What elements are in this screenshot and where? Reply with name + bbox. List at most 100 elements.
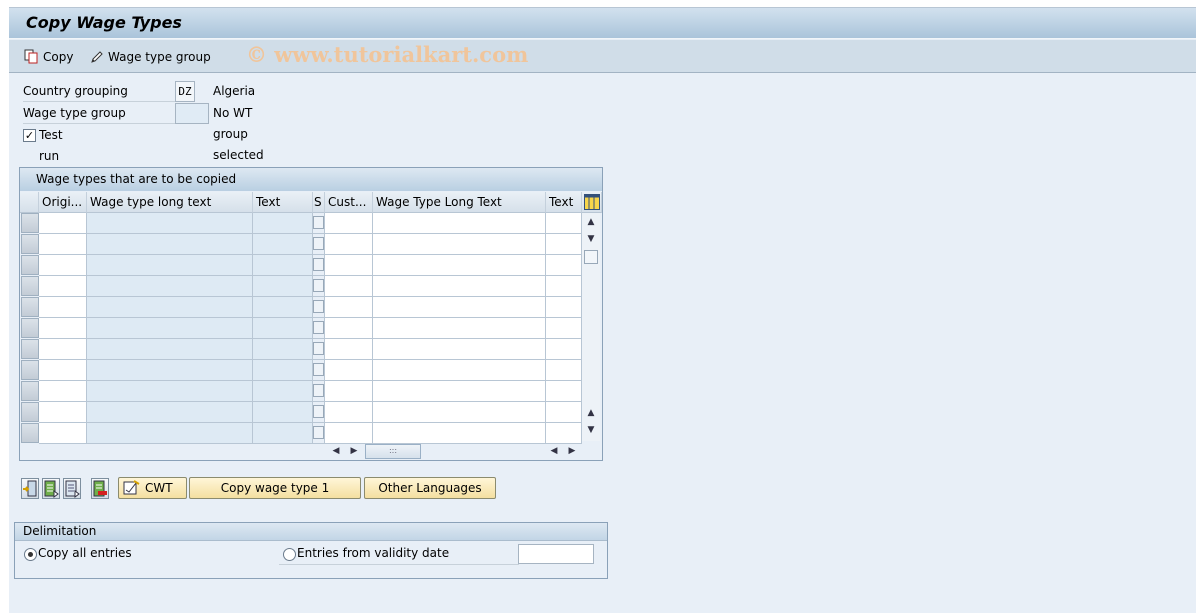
table-cell-cust[interactable] bbox=[325, 276, 373, 297]
row-selector[interactable] bbox=[21, 423, 39, 443]
table-cell-cust[interactable] bbox=[325, 402, 373, 423]
other-languages-button[interactable]: Other Languages bbox=[364, 477, 496, 499]
row-selector[interactable] bbox=[21, 276, 39, 296]
column-header-cust-long-text[interactable]: Wage Type Long Text bbox=[373, 192, 546, 213]
table-cell-cust[interactable] bbox=[325, 423, 373, 444]
column-header-text[interactable]: Text bbox=[253, 192, 313, 213]
table-cell-s[interactable] bbox=[313, 213, 325, 234]
table-cell-cust_text[interactable] bbox=[546, 402, 582, 423]
table-cell-cust_text[interactable] bbox=[546, 339, 582, 360]
test-run-checkbox[interactable]: ✓ bbox=[23, 129, 36, 142]
table-cell-text[interactable] bbox=[253, 297, 313, 318]
table-cell-orig[interactable] bbox=[39, 297, 87, 318]
table-cell-cust_long_text[interactable] bbox=[373, 318, 546, 339]
table-cell-orig[interactable] bbox=[39, 423, 87, 444]
copy-wage-type-button[interactable]: Copy wage type 1 bbox=[189, 477, 361, 499]
row-selector[interactable] bbox=[21, 339, 39, 359]
table-cell-long_text[interactable] bbox=[87, 360, 253, 381]
table-cell-text[interactable] bbox=[253, 381, 313, 402]
column-header-cust[interactable]: Cust... bbox=[325, 192, 373, 213]
entries-from-validity-date-radio[interactable] bbox=[283, 548, 296, 561]
cwt-button[interactable]: CWT bbox=[118, 477, 187, 499]
table-cell-s[interactable] bbox=[313, 276, 325, 297]
select-all-cell[interactable] bbox=[20, 192, 39, 213]
column-header-orig[interactable]: Origi... bbox=[39, 192, 87, 213]
table-cell-s[interactable] bbox=[313, 423, 325, 444]
row-selector[interactable] bbox=[21, 297, 39, 317]
delete-row-button[interactable] bbox=[91, 478, 109, 499]
row-selector[interactable] bbox=[21, 402, 39, 422]
validity-date-input[interactable] bbox=[518, 544, 594, 564]
table-cell-text[interactable] bbox=[253, 255, 313, 276]
table-cell-long_text[interactable] bbox=[87, 213, 253, 234]
row-checkbox[interactable] bbox=[313, 216, 324, 229]
scroll-right-2-icon[interactable]: ▶ bbox=[565, 444, 579, 458]
table-cell-s[interactable] bbox=[313, 318, 325, 339]
table-cell-orig[interactable] bbox=[39, 318, 87, 339]
table-cell-long_text[interactable] bbox=[87, 255, 253, 276]
table-cell-orig[interactable] bbox=[39, 402, 87, 423]
wage-type-group-button[interactable]: Wage type group bbox=[89, 48, 211, 66]
copy-all-entries-radio[interactable] bbox=[24, 548, 37, 561]
table-cell-cust[interactable] bbox=[325, 381, 373, 402]
table-cell-cust_long_text[interactable] bbox=[373, 234, 546, 255]
table-cell-text[interactable] bbox=[253, 402, 313, 423]
table-cell-cust[interactable] bbox=[325, 255, 373, 276]
table-cell-cust[interactable] bbox=[325, 297, 373, 318]
scroll-down-icon[interactable]: ▼ bbox=[584, 232, 598, 246]
insert-row-button[interactable] bbox=[21, 478, 39, 499]
table-cell-cust_text[interactable] bbox=[546, 255, 582, 276]
row-selector[interactable] bbox=[21, 360, 39, 380]
vertical-scrollbar[interactable]: ▲ ▼ ▲ ▼ bbox=[582, 213, 600, 441]
table-cell-orig[interactable] bbox=[39, 234, 87, 255]
table-cell-cust_long_text[interactable] bbox=[373, 213, 546, 234]
column-header-cust-text[interactable]: Text bbox=[546, 192, 582, 213]
row-checkbox[interactable] bbox=[313, 258, 324, 271]
table-cell-cust_long_text[interactable] bbox=[373, 402, 546, 423]
table-cell-cust[interactable] bbox=[325, 213, 373, 234]
table-cell-s[interactable] bbox=[313, 360, 325, 381]
table-cell-cust[interactable] bbox=[325, 318, 373, 339]
scroll-page-up-icon[interactable]: ▲ bbox=[584, 406, 598, 420]
scroll-left-icon[interactable]: ◀ bbox=[329, 444, 343, 458]
country-grouping-input[interactable]: DZ bbox=[175, 81, 195, 102]
table-cell-long_text[interactable] bbox=[87, 234, 253, 255]
table-cell-long_text[interactable] bbox=[87, 402, 253, 423]
column-header-s[interactable]: S bbox=[313, 192, 325, 213]
table-cell-long_text[interactable] bbox=[87, 276, 253, 297]
table-cell-text[interactable] bbox=[253, 339, 313, 360]
column-header-long-text[interactable]: Wage type long text bbox=[87, 192, 253, 213]
table-cell-orig[interactable] bbox=[39, 381, 87, 402]
table-cell-cust_text[interactable] bbox=[546, 318, 582, 339]
table-cell-orig[interactable] bbox=[39, 360, 87, 381]
table-cell-cust[interactable] bbox=[325, 360, 373, 381]
table-cell-text[interactable] bbox=[253, 234, 313, 255]
table-cell-cust_long_text[interactable] bbox=[373, 339, 546, 360]
scroll-left-2-icon[interactable]: ◀ bbox=[547, 444, 561, 458]
wage-type-group-input[interactable] bbox=[175, 103, 209, 124]
copy-button[interactable]: Copy bbox=[24, 48, 73, 66]
row-selector[interactable] bbox=[21, 234, 39, 254]
table-cell-cust_long_text[interactable] bbox=[373, 255, 546, 276]
table-cell-s[interactable] bbox=[313, 402, 325, 423]
table-cell-cust[interactable] bbox=[325, 234, 373, 255]
table-cell-orig[interactable] bbox=[39, 213, 87, 234]
table-cell-s[interactable] bbox=[313, 234, 325, 255]
row-checkbox[interactable] bbox=[313, 300, 324, 313]
table-cell-cust_text[interactable] bbox=[546, 360, 582, 381]
scroll-page-down-icon[interactable]: ▼ bbox=[584, 423, 598, 437]
row-selector[interactable] bbox=[21, 318, 39, 338]
table-cell-cust_text[interactable] bbox=[546, 276, 582, 297]
table-cell-cust_long_text[interactable] bbox=[373, 297, 546, 318]
table-cell-text[interactable] bbox=[253, 318, 313, 339]
table-cell-long_text[interactable] bbox=[87, 381, 253, 402]
row-selector[interactable] bbox=[21, 213, 39, 233]
table-cell-orig[interactable] bbox=[39, 276, 87, 297]
table-cell-cust_text[interactable] bbox=[546, 213, 582, 234]
row-checkbox[interactable] bbox=[313, 405, 324, 418]
table-cell-s[interactable] bbox=[313, 339, 325, 360]
row-checkbox[interactable] bbox=[313, 384, 324, 397]
table-cell-s[interactable] bbox=[313, 297, 325, 318]
row-checkbox[interactable] bbox=[313, 363, 324, 376]
table-cell-s[interactable] bbox=[313, 255, 325, 276]
